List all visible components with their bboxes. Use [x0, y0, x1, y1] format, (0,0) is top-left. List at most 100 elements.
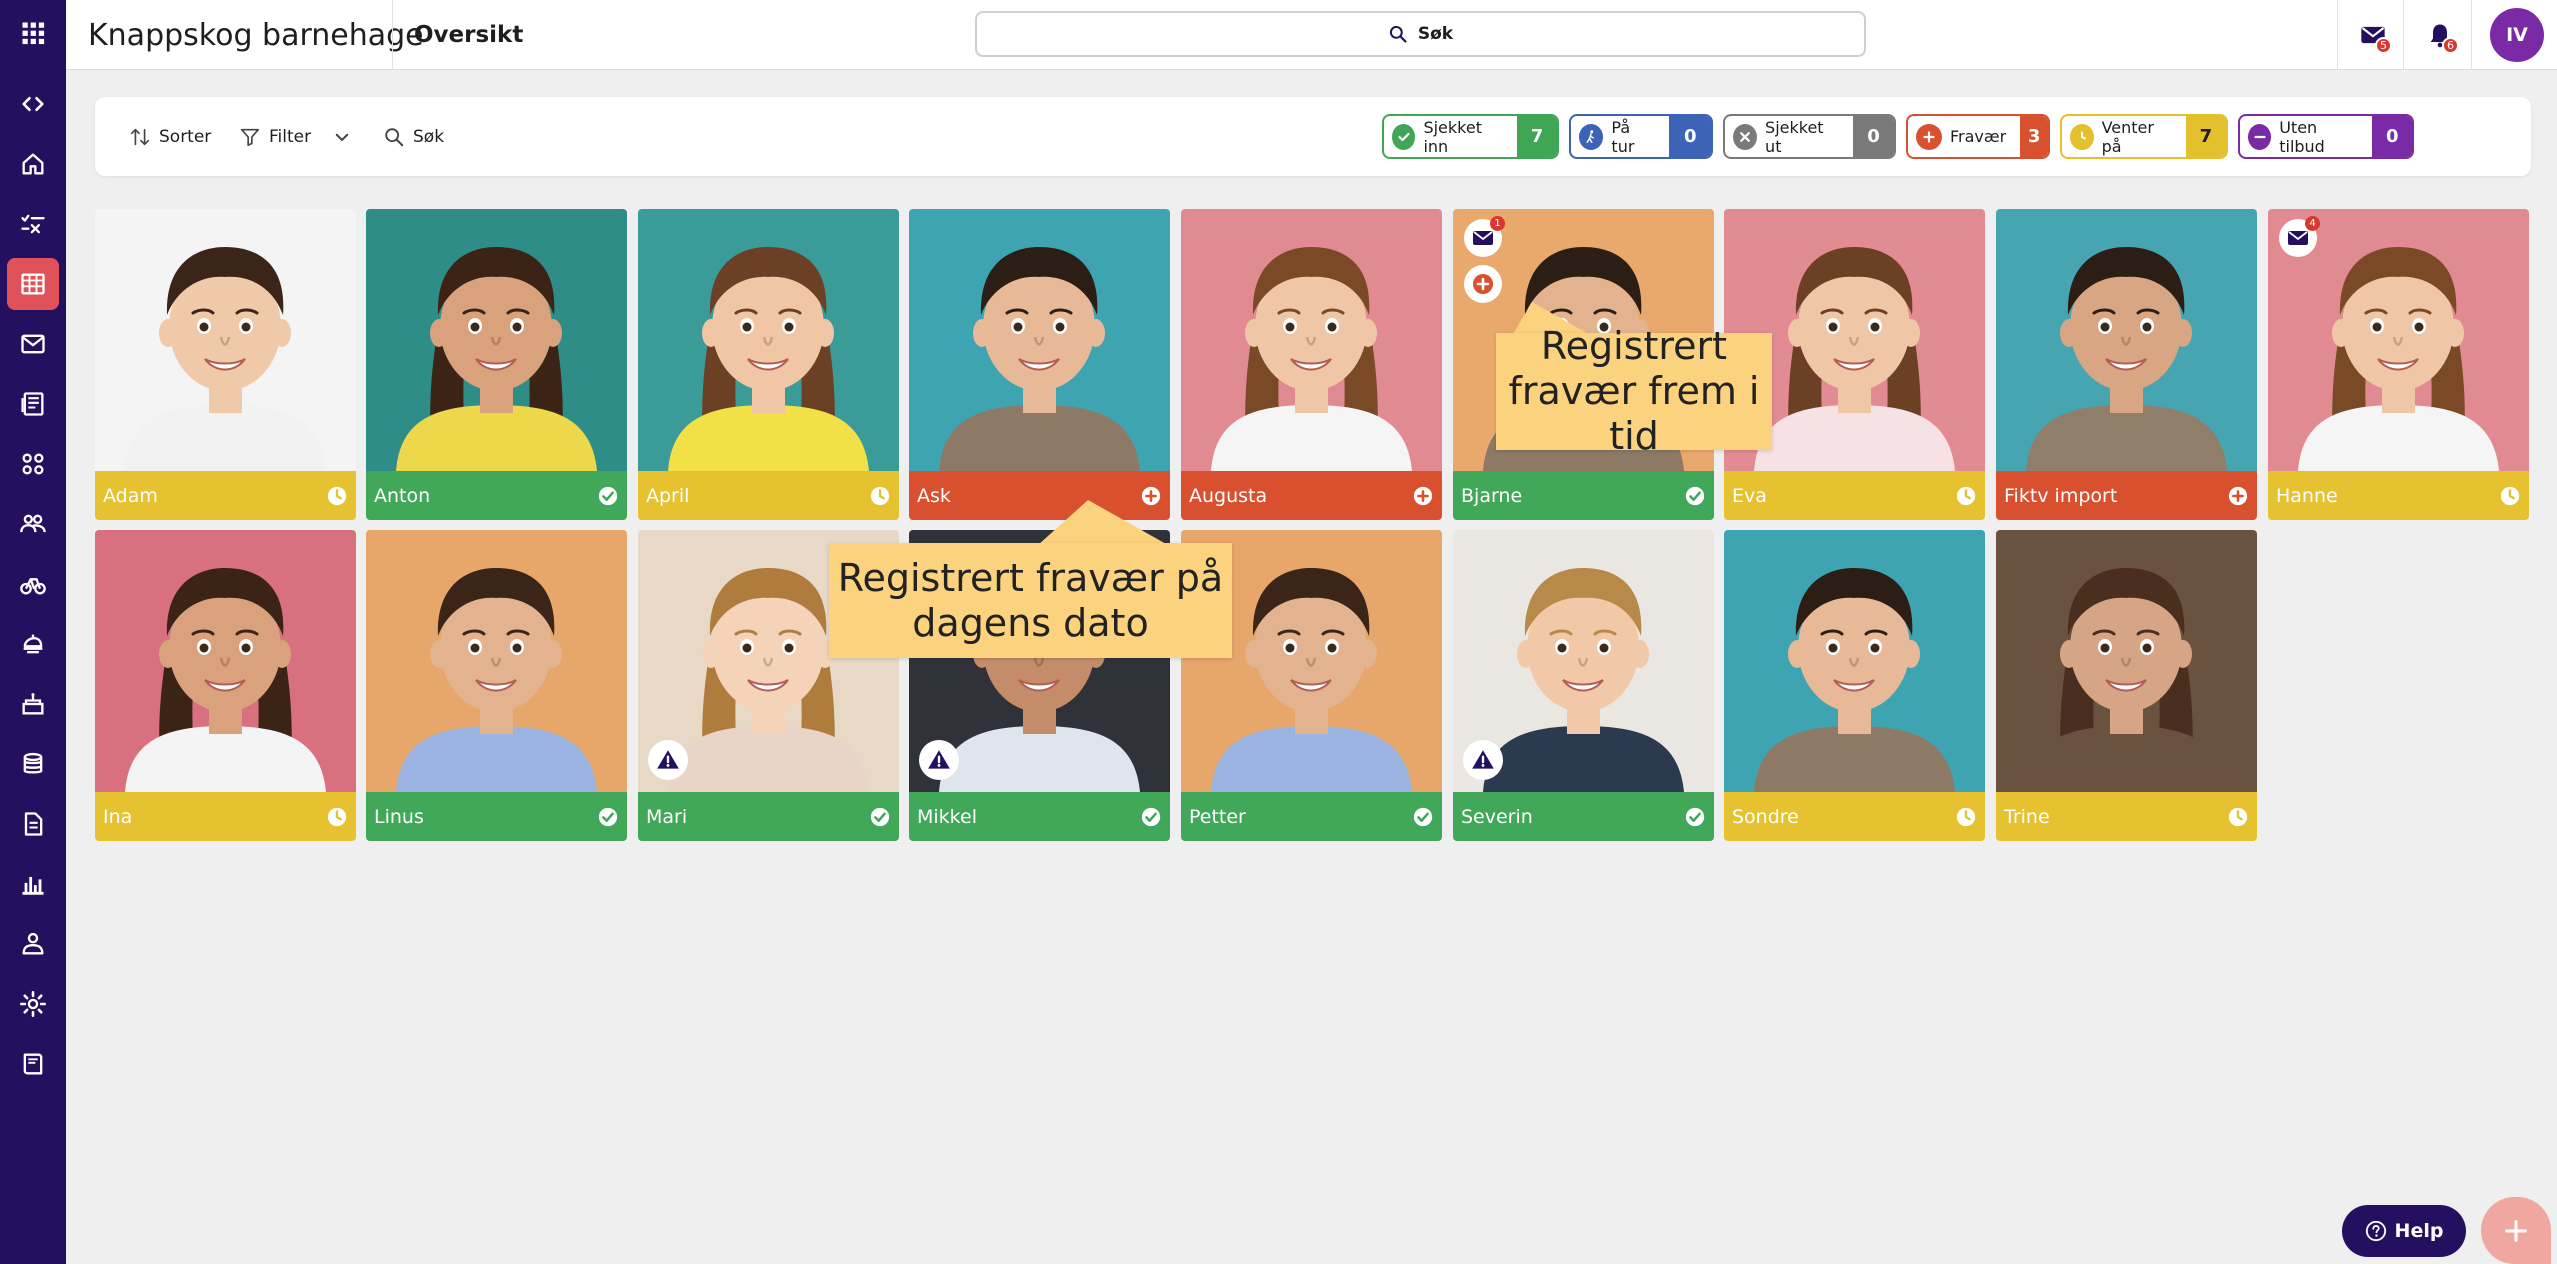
- child-nameplate[interactable]: Ina: [95, 792, 356, 841]
- child-photo[interactable]: [95, 209, 356, 471]
- status-waiting-icon[interactable]: [2499, 485, 2521, 507]
- status-checked_in-icon[interactable]: [597, 485, 619, 507]
- child-photo[interactable]: [366, 209, 627, 471]
- sidebar-item-newspaper[interactable]: [7, 378, 59, 430]
- status-chip-trip[interactable]: På tur 0: [1569, 114, 1713, 159]
- child-photo[interactable]: [1181, 209, 1442, 471]
- sidebar-item-people[interactable]: [7, 498, 59, 550]
- child-nameplate[interactable]: Mari: [638, 792, 899, 841]
- status-chip-count: 0: [1669, 116, 1711, 157]
- sidebar-item-book[interactable]: [7, 1038, 59, 1090]
- add-fab-button[interactable]: [2481, 1197, 2551, 1264]
- child-name: April: [646, 484, 690, 507]
- child-nameplate[interactable]: Sondre: [1724, 792, 1985, 841]
- callout-future-absence: Registrert fravær frem i tid: [1496, 324, 1772, 458]
- sort-button[interactable]: Sorter: [129, 97, 211, 176]
- child-nameplate[interactable]: Mikkel: [909, 792, 1170, 841]
- sidebar-item-bike[interactable]: [7, 558, 59, 610]
- status-chip-none[interactable]: Uten tilbud 0: [2238, 114, 2414, 159]
- child-photo[interactable]: [1724, 530, 1985, 792]
- child-photo[interactable]: [1996, 530, 2257, 792]
- sidebar-item-checklist[interactable]: [7, 198, 59, 250]
- child-nameplate[interactable]: Trine: [1996, 792, 2257, 841]
- apps-menu-button[interactable]: [7, 7, 59, 59]
- child-card[interactable]: Sondre: [1724, 530, 1985, 841]
- global-search-input[interactable]: Søk: [975, 11, 1866, 57]
- status-chip-out[interactable]: Sjekket ut 0: [1723, 114, 1896, 159]
- child-messages-button[interactable]: 4: [2279, 216, 2320, 257]
- child-nameplate[interactable]: Severin: [1453, 792, 1714, 841]
- child-nameplate[interactable]: Linus: [366, 792, 627, 841]
- org-name[interactable]: Knappskog barnehage: [88, 0, 424, 70]
- child-nameplate[interactable]: Fiktv import: [1996, 471, 2257, 520]
- status-absent-icon[interactable]: [1412, 485, 1434, 507]
- status-checked_in-icon[interactable]: [1684, 806, 1706, 828]
- status-checked_in-icon[interactable]: [1412, 806, 1434, 828]
- child-card[interactable]: April: [638, 209, 899, 520]
- sidebar-item-staff[interactable]: [7, 918, 59, 970]
- warning-marker[interactable]: [1463, 740, 1503, 780]
- help-button[interactable]: Help: [2342, 1205, 2466, 1257]
- child-nameplate[interactable]: Bjarne: [1453, 471, 1714, 520]
- filter-label: Filter: [269, 126, 312, 147]
- status-waiting-icon[interactable]: [1955, 485, 1977, 507]
- child-nameplate[interactable]: Adam: [95, 471, 356, 520]
- child-nameplate[interactable]: Eva: [1724, 471, 1985, 520]
- child-photo[interactable]: [638, 209, 899, 471]
- future-absence-marker[interactable]: [1464, 265, 1502, 303]
- child-card[interactable]: Adam: [95, 209, 356, 520]
- child-card[interactable]: Ask: [909, 209, 1170, 520]
- child-photo[interactable]: [1996, 209, 2257, 471]
- child-messages-button[interactable]: 1: [1464, 216, 1505, 257]
- sidebar-item-home[interactable]: [7, 138, 59, 190]
- sidebar-item-food[interactable]: [7, 618, 59, 670]
- status-waiting-icon[interactable]: [1955, 806, 1977, 828]
- child-nameplate[interactable]: Anton: [366, 471, 627, 520]
- status-waiting-icon[interactable]: [2227, 806, 2249, 828]
- status-chip-absent[interactable]: Fravær 3: [1906, 114, 2050, 159]
- sidebar-item-coins[interactable]: [7, 738, 59, 790]
- child-nameplate[interactable]: Hanne: [2268, 471, 2529, 520]
- status-checked_in-icon[interactable]: [869, 806, 891, 828]
- sidebar-item-chart[interactable]: [7, 858, 59, 910]
- status-waiting-icon[interactable]: [326, 806, 348, 828]
- child-photo[interactable]: [95, 530, 356, 792]
- child-card[interactable]: Augusta: [1181, 209, 1442, 520]
- child-nameplate[interactable]: Petter: [1181, 792, 1442, 841]
- status-chip-in[interactable]: Sjekket inn 7: [1382, 114, 1559, 159]
- child-card[interactable]: Anton: [366, 209, 627, 520]
- sidebar-item-settings[interactable]: [7, 978, 59, 1030]
- status-absent-icon[interactable]: [2227, 485, 2249, 507]
- user-avatar[interactable]: IV: [2490, 8, 2544, 62]
- status-waiting-icon[interactable]: [326, 485, 348, 507]
- child-nameplate[interactable]: Augusta: [1181, 471, 1442, 520]
- status-checked_in-icon[interactable]: [597, 806, 619, 828]
- sidebar-item-calendar-grid[interactable]: [7, 258, 59, 310]
- global-search-label: Søk: [1417, 24, 1454, 44]
- status-waiting-icon[interactable]: [869, 485, 891, 507]
- child-photo[interactable]: [909, 209, 1170, 471]
- sidebar-item-mail[interactable]: [7, 318, 59, 370]
- sidebar-item-cake[interactable]: [7, 678, 59, 730]
- child-card[interactable]: Ina: [95, 530, 356, 841]
- child-nameplate[interactable]: April: [638, 471, 899, 520]
- child-card[interactable]: Fiktv import: [1996, 209, 2257, 520]
- child-card[interactable]: 4 Hanne: [2268, 209, 2529, 520]
- warning-marker[interactable]: [919, 740, 959, 780]
- status-checked_in-icon[interactable]: [1140, 806, 1162, 828]
- status-checked_in-icon[interactable]: [1684, 485, 1706, 507]
- sidebar-item-group[interactable]: [7, 438, 59, 490]
- sidebar-item-document[interactable]: [7, 798, 59, 850]
- sidebar-item-code-toggle[interactable]: [7, 78, 59, 130]
- child-photo[interactable]: [366, 530, 627, 792]
- child-card[interactable]: Trine: [1996, 530, 2257, 841]
- filter-button[interactable]: Filter: [239, 97, 351, 176]
- status-chip-waiting[interactable]: Venter på 7: [2060, 114, 2228, 159]
- messages-button[interactable]: 5: [2352, 14, 2394, 56]
- child-card[interactable]: Severin: [1453, 530, 1714, 841]
- notifications-button[interactable]: 6: [2419, 14, 2461, 56]
- warning-marker[interactable]: [648, 740, 688, 780]
- local-search-button[interactable]: Søk: [383, 97, 444, 176]
- child-card[interactable]: Linus: [366, 530, 627, 841]
- chevron-down-icon[interactable]: [333, 128, 351, 146]
